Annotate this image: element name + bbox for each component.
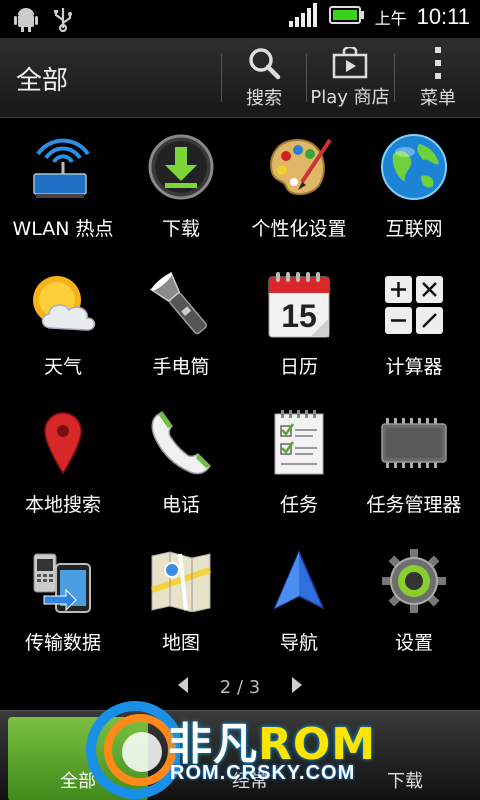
app-label: 互联网 <box>385 218 443 240</box>
search-icon <box>249 48 281 80</box>
app-label: 任务 <box>279 494 318 516</box>
search-button[interactable]: 搜索 <box>236 38 292 118</box>
settings-gear-icon <box>377 544 451 618</box>
transfer-icon <box>26 544 100 618</box>
watermark-url: ROM.CRSKY.COM <box>170 762 356 784</box>
phone-icon <box>144 406 218 480</box>
app-maps[interactable]: 地图 <box>121 532 241 670</box>
usb-icon <box>52 6 74 36</box>
app-phone[interactable]: 电话 <box>121 394 241 532</box>
app-label: WLAN 热点 <box>12 218 114 240</box>
play-store-button[interactable]: Play 商店 <box>306 38 394 118</box>
app-tasks[interactable]: 任务 <box>239 394 359 532</box>
menu-label: 菜单 <box>420 88 456 109</box>
app-navigation[interactable]: 导航 <box>239 532 359 670</box>
app-label: 地图 <box>161 632 200 654</box>
app-label: 导航 <box>279 632 318 654</box>
app-settings[interactable]: 设置 <box>354 532 474 670</box>
menu-dots-icon <box>435 47 441 79</box>
search-label: 搜索 <box>246 88 282 109</box>
android-debug-icon <box>14 6 38 36</box>
app-label: 本地搜索 <box>24 494 101 516</box>
app-wlan-hotspot[interactable]: WLAN 热点 <box>3 118 123 256</box>
play-store-label: Play 商店 <box>310 87 390 108</box>
navigation-icon <box>262 544 336 618</box>
map-icon <box>144 544 218 618</box>
app-personalize[interactable]: 个性化设置 <box>239 118 359 256</box>
weather-icon <box>26 268 100 342</box>
map-pin-icon <box>26 406 100 480</box>
palette-icon <box>262 130 336 204</box>
app-grid: WLAN 热点 下载 个性化设置 互联网 天气 手电筒 15 日历 计算器 本地… <box>0 118 480 668</box>
app-label: 传输数据 <box>24 632 101 654</box>
app-label: 天气 <box>43 356 82 378</box>
app-label: 设置 <box>394 632 433 654</box>
status-ampm: 上午 <box>374 9 407 28</box>
app-label: 电话 <box>161 494 200 516</box>
calendar-icon: 15 <box>262 268 336 342</box>
status-time: 10:11 <box>416 4 470 29</box>
app-drawer-header: 全部 搜索 Play 商店 菜单 <box>0 38 480 118</box>
app-flashlight[interactable]: 手电筒 <box>121 256 241 394</box>
app-task-manager[interactable]: 任务管理器 <box>354 394 474 532</box>
app-label: 手电筒 <box>152 356 210 378</box>
app-label: 个性化设置 <box>251 218 347 240</box>
battery-icon <box>328 5 365 29</box>
menu-button[interactable]: 菜单 <box>408 38 468 118</box>
app-label: 日历 <box>279 356 318 378</box>
wlan-hotspot-icon <box>26 130 100 204</box>
page-title: 全部 <box>16 66 69 96</box>
app-local-search[interactable]: 本地搜索 <box>3 394 123 532</box>
header-divider <box>221 54 222 102</box>
app-label: 任务管理器 <box>366 494 462 516</box>
calculator-icon <box>377 268 451 342</box>
app-weather[interactable]: 天气 <box>3 256 123 394</box>
app-transfer-data[interactable]: 传输数据 <box>3 532 123 670</box>
app-label: 计算器 <box>385 356 443 378</box>
calendar-day-number: 15 <box>281 298 317 334</box>
tasks-icon <box>262 406 336 480</box>
play-store-icon <box>332 47 368 79</box>
signal-icon <box>288 3 319 31</box>
header-divider <box>394 54 395 102</box>
app-calendar[interactable]: 15 日历 <box>239 256 359 394</box>
chip-icon <box>377 406 451 480</box>
status-bar: 上午 10:11 <box>0 0 480 38</box>
app-download[interactable]: 下载 <box>121 118 241 256</box>
download-icon <box>144 130 218 204</box>
flashlight-icon <box>144 268 218 342</box>
globe-icon <box>377 130 451 204</box>
app-internet[interactable]: 互联网 <box>354 118 474 256</box>
app-label: 下载 <box>161 218 200 240</box>
app-calculator[interactable]: 计算器 <box>354 256 474 394</box>
